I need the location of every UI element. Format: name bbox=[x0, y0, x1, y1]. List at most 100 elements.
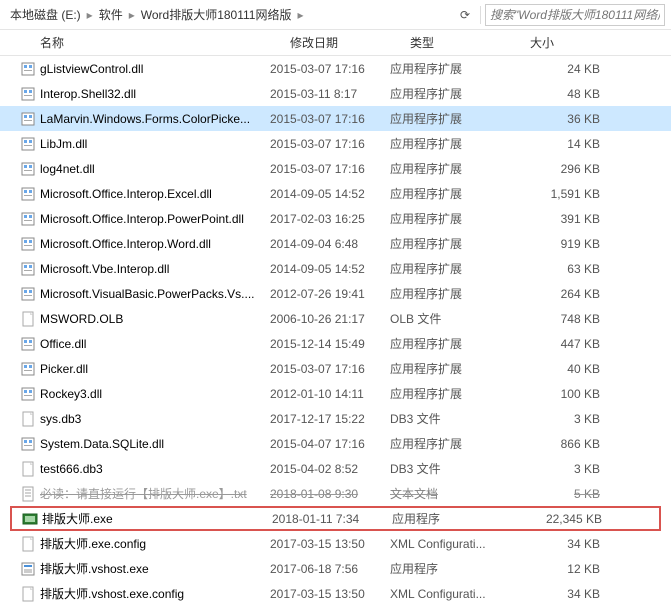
file-date: 2017-06-18 7:56 bbox=[270, 562, 390, 576]
column-name-header[interactable]: 名称 bbox=[40, 34, 290, 51]
file-row[interactable]: 必读：请直接运行【排版大师.exe】.txt 2018-01-08 9:30文本文… bbox=[0, 481, 671, 506]
file-size: 866 KB bbox=[510, 437, 610, 451]
file-name: Microsoft.VisualBasic.PowerPacks.Vs.... bbox=[40, 287, 255, 301]
file-row[interactable]: test666.db32015-04-02 8:52DB3 文件3 KB bbox=[0, 456, 671, 481]
file-icon bbox=[20, 136, 36, 152]
file-name: 排版大师.vshost.exe.config bbox=[40, 585, 184, 602]
file-date: 2018-01-08 9:30 bbox=[270, 487, 390, 501]
file-row[interactable]: Microsoft.Office.Interop.Excel.dll 2014-0… bbox=[0, 181, 671, 206]
file-icon bbox=[20, 61, 36, 77]
file-type: 应用程序扩展 bbox=[390, 210, 510, 227]
file-date: 2017-12-17 15:22 bbox=[270, 412, 390, 426]
refresh-icon[interactable]: ⟳ bbox=[454, 8, 476, 22]
file-type: 应用程序 bbox=[392, 510, 512, 527]
chevron-right-icon: ▸ bbox=[129, 8, 135, 22]
file-size: 34 KB bbox=[510, 537, 610, 551]
file-type: XML Configurati... bbox=[390, 537, 510, 551]
breadcrumb-item[interactable]: Word排版大师180111网络版 bbox=[137, 4, 296, 25]
file-row[interactable]: log4net.dll2015-03-07 17:16应用程序扩展296 KB bbox=[0, 156, 671, 181]
file-icon bbox=[20, 486, 36, 502]
file-row[interactable]: MSWORD.OLB2006-10-26 21:17OLB 文件748 KB bbox=[0, 306, 671, 331]
file-size: 748 KB bbox=[510, 312, 610, 326]
breadcrumb-item[interactable]: 软件 bbox=[95, 4, 127, 25]
file-row[interactable]: 排版大师.exe 2018-01-11 7:34应用程序22,345 KB bbox=[10, 506, 661, 531]
file-icon bbox=[20, 161, 36, 177]
file-date: 2015-03-07 17:16 bbox=[270, 362, 390, 376]
file-date: 2017-02-03 16:25 bbox=[270, 212, 390, 226]
file-name: log4net.dll bbox=[40, 162, 95, 176]
file-date: 2015-03-11 8:17 bbox=[270, 87, 390, 101]
file-name: 排版大师.exe bbox=[42, 510, 113, 527]
breadcrumb-item[interactable]: 本地磁盘 (E:) bbox=[6, 4, 85, 25]
file-row[interactable]: sys.db32017-12-17 15:22DB3 文件3 KB bbox=[0, 406, 671, 431]
file-type: 文本文档 bbox=[390, 485, 510, 502]
file-date: 2018-01-11 7:34 bbox=[272, 512, 392, 526]
file-size: 40 KB bbox=[510, 362, 610, 376]
file-name: LibJm.dll bbox=[40, 137, 87, 151]
file-size: 100 KB bbox=[510, 387, 610, 401]
file-date: 2015-12-14 15:49 bbox=[270, 337, 390, 351]
file-list: gListviewControl.dll2015-03-07 17:16应用程序… bbox=[0, 56, 671, 606]
file-row[interactable]: Office.dll2015-12-14 15:49应用程序扩展447 KB bbox=[0, 331, 671, 356]
file-size: 22,345 KB bbox=[512, 512, 612, 526]
file-row[interactable]: 排版大师.vshost.exe2017-06-18 7:56应用程序12 KB bbox=[0, 556, 671, 581]
file-icon bbox=[20, 461, 36, 477]
file-name: Microsoft.Office.Interop.Word.dll bbox=[40, 237, 211, 251]
file-type: 应用程序扩展 bbox=[390, 260, 510, 277]
file-size: 5 KB bbox=[510, 487, 610, 501]
file-type: DB3 文件 bbox=[390, 410, 510, 427]
file-date: 2014-09-04 6:48 bbox=[270, 237, 390, 251]
file-date: 2014-09-05 14:52 bbox=[270, 187, 390, 201]
file-row[interactable]: Interop.Shell32.dll2015-03-11 8:17应用程序扩展… bbox=[0, 81, 671, 106]
address-bar: 本地磁盘 (E:) ▸ 软件 ▸ Word排版大师180111网络版 ▸ ⟳ bbox=[0, 0, 671, 30]
file-row[interactable]: Microsoft.Vbe.Interop.dll2014-09-05 14:5… bbox=[0, 256, 671, 281]
file-name: LaMarvin.Windows.Forms.ColorPicke... bbox=[40, 112, 250, 126]
file-name: Picker.dll bbox=[40, 362, 88, 376]
file-row[interactable]: gListviewControl.dll2015-03-07 17:16应用程序… bbox=[0, 56, 671, 81]
file-icon bbox=[20, 236, 36, 252]
file-size: 391 KB bbox=[510, 212, 610, 226]
file-name: 必读：请直接运行【排版大师.exe】.txt bbox=[40, 485, 247, 502]
file-icon bbox=[20, 111, 36, 127]
file-row[interactable]: Picker.dll2015-03-07 17:16应用程序扩展40 KB bbox=[0, 356, 671, 381]
file-row[interactable]: LibJm.dll2015-03-07 17:16应用程序扩展14 KB bbox=[0, 131, 671, 156]
column-size-header[interactable]: 大小 bbox=[530, 34, 630, 51]
file-type: OLB 文件 bbox=[390, 310, 510, 327]
file-date: 2012-01-10 14:11 bbox=[270, 387, 390, 401]
file-row[interactable]: Microsoft.Office.Interop.PowerPoint.dll2… bbox=[0, 206, 671, 231]
file-size: 264 KB bbox=[510, 287, 610, 301]
search-input[interactable] bbox=[486, 8, 664, 22]
file-type: 应用程序扩展 bbox=[390, 285, 510, 302]
file-row[interactable]: Microsoft.Office.Interop.Word.dll 2014-09… bbox=[0, 231, 671, 256]
file-row[interactable]: System.Data.SQLite.dll2015-04-07 17:16应用… bbox=[0, 431, 671, 456]
file-row[interactable]: LaMarvin.Windows.Forms.ColorPicke... 2015… bbox=[0, 106, 671, 131]
file-row[interactable]: 排版大师.vshost.exe.config2017-03-15 13:50XM… bbox=[0, 581, 671, 606]
file-type: 应用程序 bbox=[390, 560, 510, 577]
file-row[interactable]: Microsoft.VisualBasic.PowerPacks.Vs.... 2… bbox=[0, 281, 671, 306]
file-type: 应用程序扩展 bbox=[390, 135, 510, 152]
file-name: Office.dll bbox=[40, 337, 86, 351]
file-name: 排版大师.exe.config bbox=[40, 535, 146, 552]
file-icon bbox=[20, 536, 36, 552]
file-size: 3 KB bbox=[510, 412, 610, 426]
file-date: 2017-03-15 13:50 bbox=[270, 537, 390, 551]
file-date: 2014-09-05 14:52 bbox=[270, 262, 390, 276]
chevron-right-icon: ▸ bbox=[297, 8, 303, 22]
column-type-header[interactable]: 类型 bbox=[410, 34, 530, 51]
file-icon bbox=[20, 86, 36, 102]
column-date-header[interactable]: 修改日期 bbox=[290, 34, 410, 51]
file-date: 2017-03-15 13:50 bbox=[270, 587, 390, 601]
file-row[interactable]: 排版大师.exe.config 2017-03-15 13:50XML Confi… bbox=[0, 531, 671, 556]
file-icon bbox=[20, 586, 36, 602]
file-date: 2015-03-07 17:16 bbox=[270, 112, 390, 126]
file-name: Microsoft.Office.Interop.Excel.dll bbox=[40, 187, 212, 201]
file-name: gListviewControl.dll bbox=[40, 62, 143, 76]
file-row[interactable]: Rockey3.dll2012-01-10 14:11应用程序扩展100 KB bbox=[0, 381, 671, 406]
file-size: 36 KB bbox=[510, 112, 610, 126]
divider bbox=[480, 6, 481, 24]
file-type: 应用程序扩展 bbox=[390, 110, 510, 127]
file-name: 排版大师.vshost.exe bbox=[40, 560, 149, 577]
search-box[interactable] bbox=[485, 4, 665, 26]
file-icon bbox=[20, 311, 36, 327]
file-type: 应用程序扩展 bbox=[390, 335, 510, 352]
